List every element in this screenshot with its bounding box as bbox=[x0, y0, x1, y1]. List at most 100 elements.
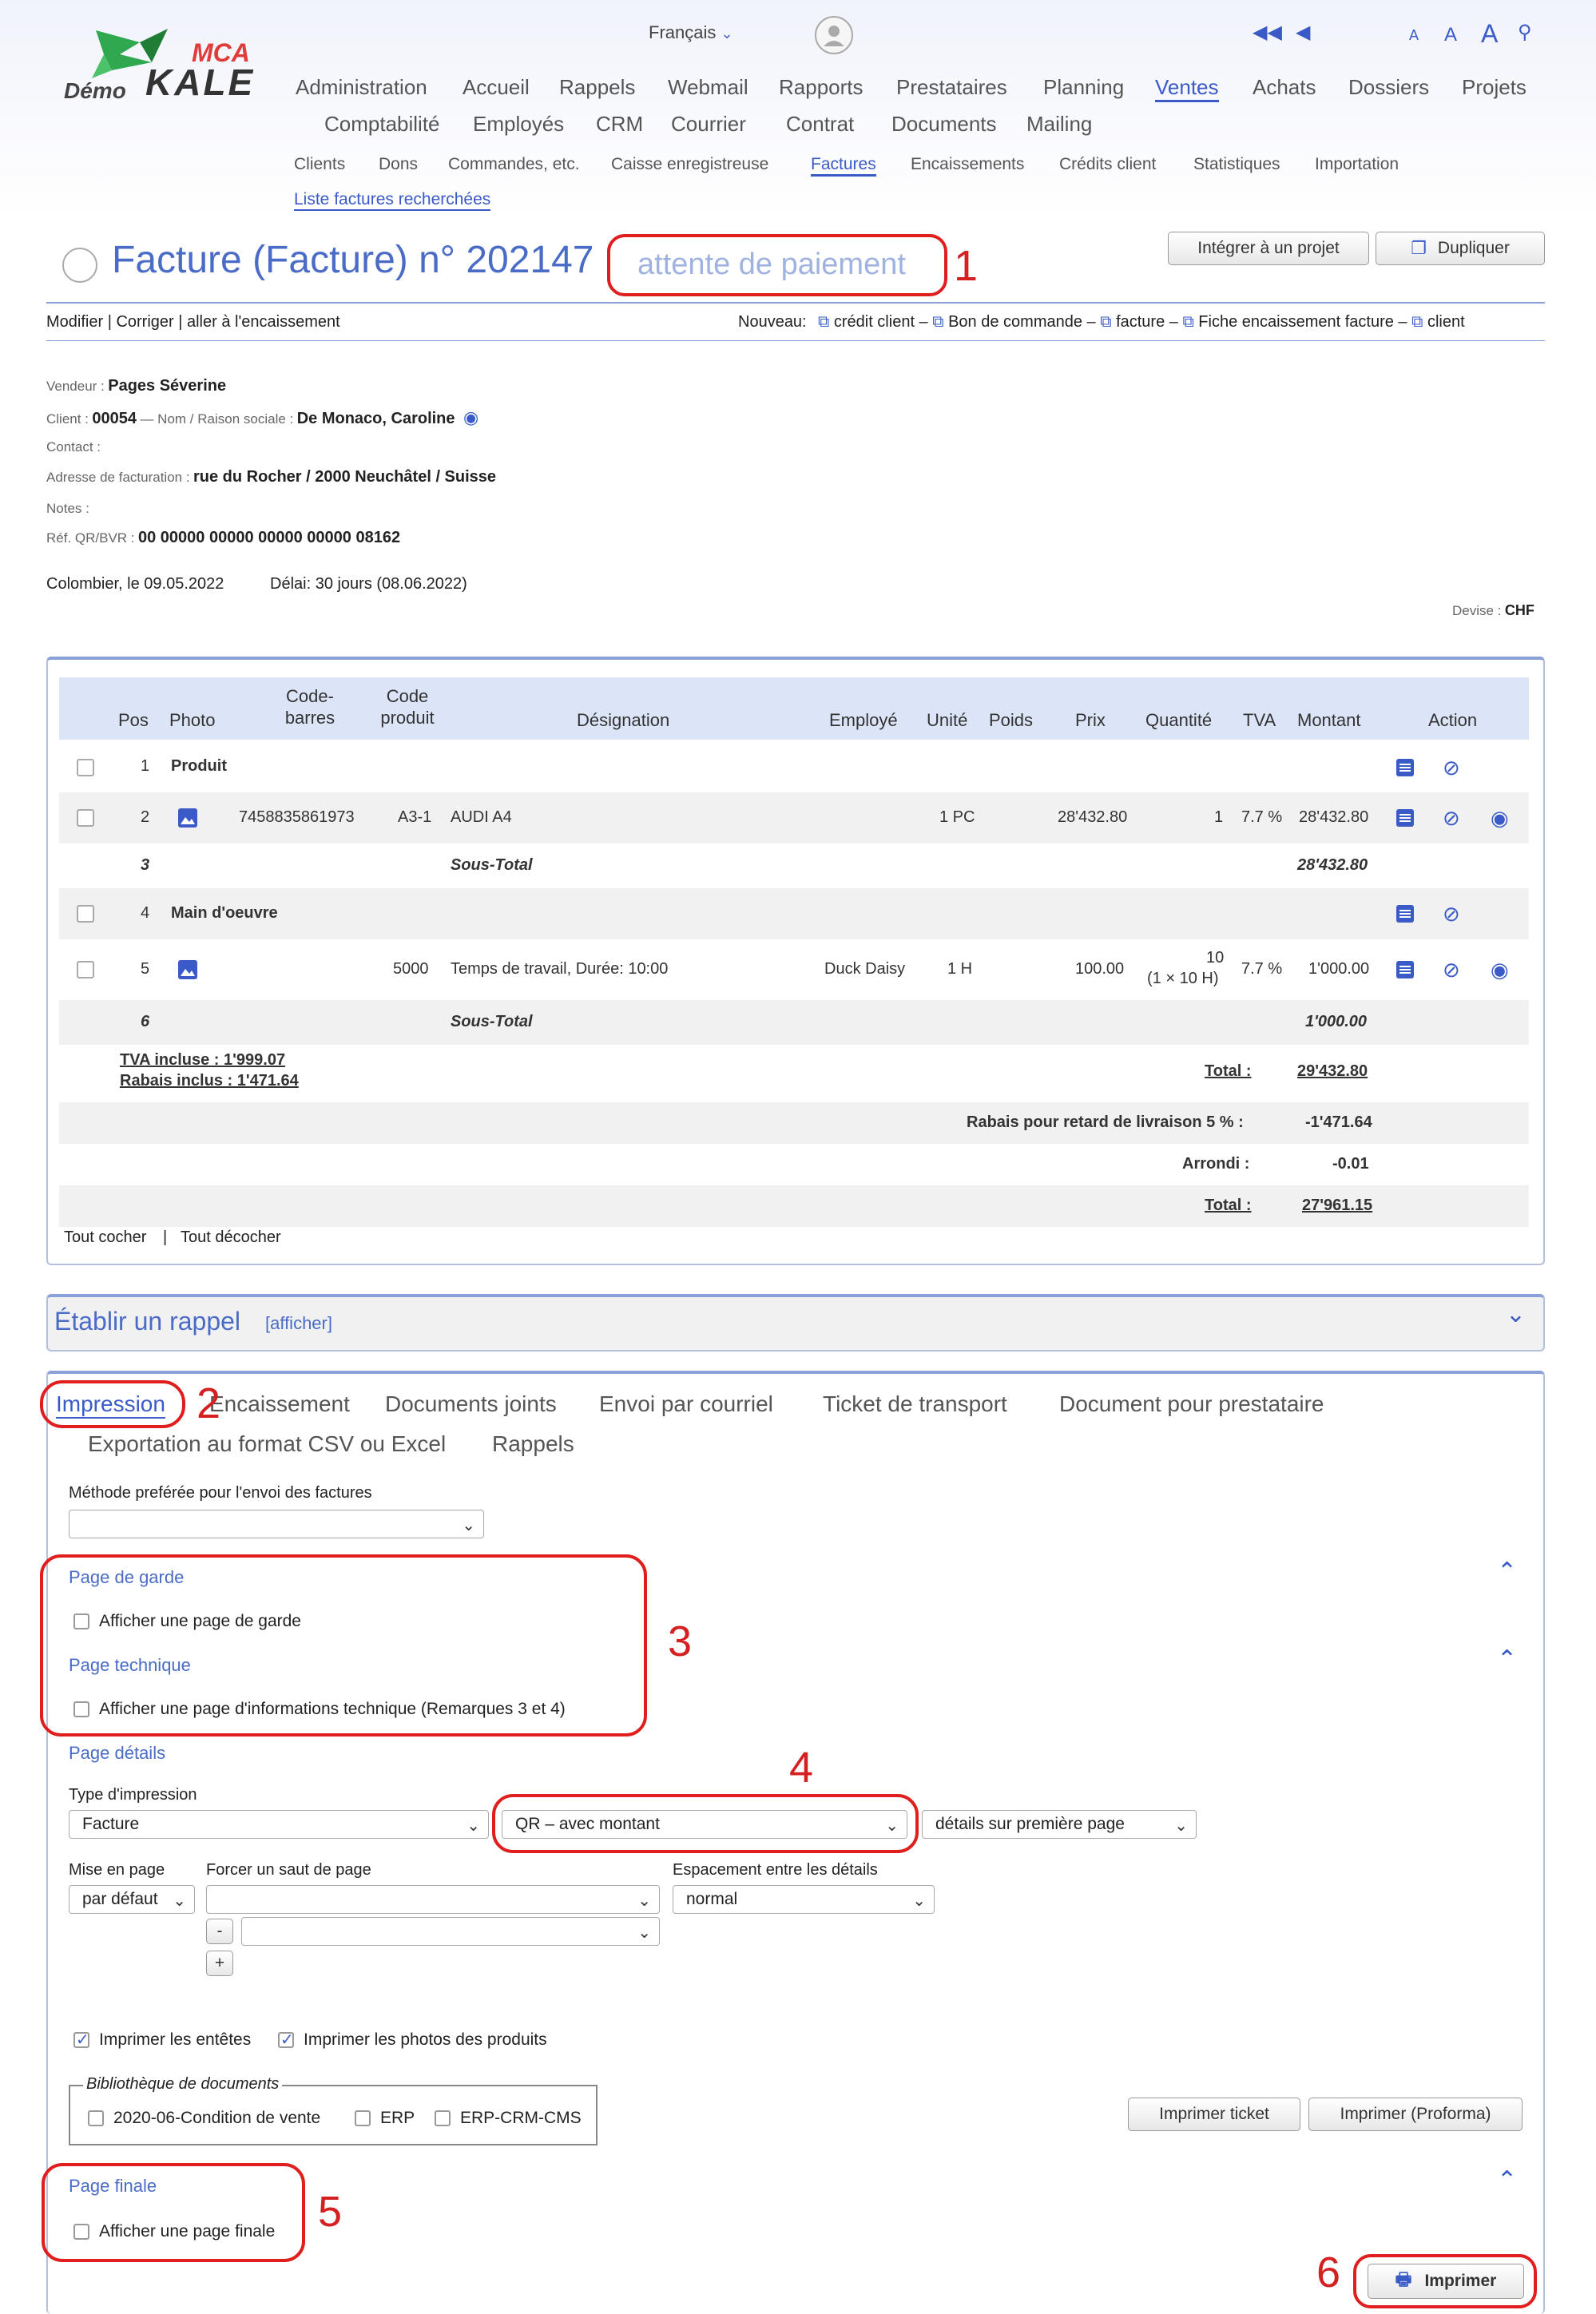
logo[interactable]: Démo MCA KALE bbox=[64, 22, 280, 110]
final-page-title[interactable]: Page finale bbox=[69, 2176, 157, 2197]
subnav-factures[interactable]: Factures bbox=[811, 155, 876, 177]
nav-rappels[interactable]: Rappels bbox=[559, 75, 635, 100]
search-icon[interactable]: ⚲ bbox=[1518, 21, 1532, 44]
cover-page-checkbox[interactable]: Afficher une page de garde bbox=[73, 1612, 301, 1631]
print-ticket-button[interactable]: Imprimer ticket bbox=[1128, 2098, 1300, 2131]
reminder-panel[interactable]: Établir un rappel [afficher] ⌄ bbox=[46, 1294, 1545, 1351]
attachment-icon[interactable]: ⊘ bbox=[1443, 806, 1463, 830]
text-size-large[interactable]: A bbox=[1481, 19, 1498, 49]
new-credit-link[interactable]: ⧉ crédit client – bbox=[818, 313, 928, 331]
new-client-link[interactable]: ⧉ client bbox=[1411, 313, 1465, 331]
new-payment-link[interactable]: ⧉ Fiche encaissement facture – bbox=[1182, 313, 1407, 331]
avatar[interactable] bbox=[815, 16, 853, 54]
nav-comptabilite[interactable]: Comptabilité bbox=[324, 112, 440, 137]
nav-employes[interactable]: Employés bbox=[473, 112, 564, 137]
page-break-select[interactable]: ⌄ bbox=[206, 1885, 660, 1914]
checkbox[interactable] bbox=[435, 2110, 451, 2127]
nav-documents[interactable]: Documents bbox=[891, 112, 997, 137]
language-select[interactable]: Français ⌄ bbox=[649, 22, 733, 43]
previous-icon[interactable]: ◀ bbox=[1296, 21, 1310, 44]
detail-select[interactable]: détails sur première page ⌄ bbox=[922, 1810, 1197, 1839]
eye-icon[interactable]: ◉ bbox=[1491, 806, 1511, 830]
reminder-show-link[interactable]: [afficher] bbox=[265, 1313, 332, 1334]
checkbox[interactable] bbox=[73, 1613, 89, 1630]
tab-export-csv[interactable]: Exportation au format CSV ou Excel bbox=[88, 1431, 446, 1457]
eye-icon[interactable]: ◉ bbox=[463, 407, 478, 427]
cover-page-title[interactable]: Page de garde bbox=[69, 1567, 184, 1588]
attachment-icon[interactable]: ⊘ bbox=[1443, 902, 1463, 926]
subnav-importation[interactable]: Importation bbox=[1315, 155, 1399, 174]
subnav-commandes[interactable]: Commandes, etc. bbox=[448, 155, 580, 174]
text-size-medium[interactable]: A bbox=[1444, 24, 1457, 46]
status-badge[interactable]: attente de paiement bbox=[637, 248, 906, 282]
check-all-link[interactable]: Tout cocher bbox=[64, 1228, 146, 1247]
print-type-select[interactable]: Facture ⌄ bbox=[69, 1810, 489, 1839]
integrate-project-button[interactable]: Intégrer à un projet bbox=[1168, 232, 1369, 265]
layout-select[interactable]: par défaut ⌄ bbox=[69, 1885, 195, 1914]
library-item-erp-crm-cms[interactable]: ERP-CRM-CMS bbox=[435, 2109, 582, 2128]
attachment-icon[interactable]: ⊘ bbox=[1443, 958, 1463, 982]
image-icon[interactable] bbox=[177, 959, 198, 980]
spacing-select[interactable]: normal ⌄ bbox=[673, 1885, 935, 1914]
details-icon[interactable] bbox=[1395, 757, 1415, 778]
print-proforma-button[interactable]: Imprimer (Proforma) bbox=[1308, 2098, 1523, 2131]
nav-administration[interactable]: Administration bbox=[296, 75, 427, 100]
remove-break-button[interactable]: - bbox=[206, 1919, 233, 1944]
checkbox[interactable] bbox=[88, 2110, 104, 2127]
print-button[interactable]: 🖶 Imprimer bbox=[1368, 2264, 1524, 2299]
checkbox[interactable] bbox=[73, 2224, 89, 2241]
tab-ticket-transport[interactable]: Ticket de transport bbox=[823, 1391, 1007, 1417]
subnav-caisse[interactable]: Caisse enregistreuse bbox=[611, 155, 768, 174]
add-break-button[interactable]: + bbox=[206, 1951, 233, 1976]
page-break-select-2[interactable]: ⌄ bbox=[241, 1917, 660, 1946]
nav-webmail[interactable]: Webmail bbox=[668, 75, 748, 100]
chevron-up-icon[interactable]: ⌃ bbox=[1497, 2166, 1517, 2194]
print-photos-checkbox[interactable]: Imprimer les photos des produits bbox=[278, 2030, 547, 2050]
nav-projets[interactable]: Projets bbox=[1462, 75, 1527, 100]
chevron-up-icon[interactable]: ⌃ bbox=[1497, 1558, 1517, 1586]
details-icon[interactable] bbox=[1395, 808, 1415, 828]
library-item-erp[interactable]: ERP bbox=[355, 2109, 415, 2128]
nav-ventes[interactable]: Ventes bbox=[1155, 75, 1219, 102]
details-icon[interactable] bbox=[1395, 903, 1415, 924]
actions-left[interactable]: Modifier | Corriger | aller à l'encaisse… bbox=[46, 313, 340, 331]
row-checkbox[interactable] bbox=[77, 809, 94, 827]
nav-contrat[interactable]: Contrat bbox=[786, 112, 854, 137]
library-item-condition[interactable]: 2020-06-Condition de vente bbox=[88, 2109, 320, 2128]
nav-courrier[interactable]: Courrier bbox=[671, 112, 746, 137]
subnav-statistiques[interactable]: Statistiques bbox=[1193, 155, 1280, 174]
checkbox[interactable] bbox=[278, 2030, 294, 2050]
status-circle-icon[interactable] bbox=[62, 248, 97, 283]
new-order-link[interactable]: ⧉ Bon de commande – bbox=[932, 313, 1095, 331]
checkbox[interactable] bbox=[355, 2110, 371, 2127]
subnav-dons[interactable]: Dons bbox=[379, 155, 418, 174]
new-invoice-link[interactable]: ⧉ facture – bbox=[1100, 313, 1178, 331]
tab-envoi-courriel[interactable]: Envoi par courriel bbox=[599, 1391, 773, 1417]
nav-prestataires[interactable]: Prestataires bbox=[896, 75, 1007, 100]
final-page-checkbox[interactable]: Afficher une page finale bbox=[73, 2222, 275, 2241]
tab-rappels[interactable]: Rappels bbox=[492, 1431, 574, 1457]
text-size-small[interactable]: A bbox=[1409, 27, 1419, 44]
nav-accueil[interactable]: Accueil bbox=[463, 75, 530, 100]
qr-select[interactable]: QR – avec montant ⌄ bbox=[502, 1810, 907, 1839]
details-icon[interactable] bbox=[1395, 959, 1415, 980]
subnav-encaissements[interactable]: Encaissements bbox=[911, 155, 1024, 174]
checkbox[interactable] bbox=[73, 1701, 89, 1718]
checkbox[interactable] bbox=[73, 2030, 89, 2050]
tab-documents-joints[interactable]: Documents joints bbox=[385, 1391, 557, 1417]
image-icon[interactable] bbox=[177, 808, 198, 828]
nav-achats[interactable]: Achats bbox=[1253, 75, 1316, 100]
print-headers-checkbox[interactable]: Imprimer les entêtes bbox=[73, 2030, 251, 2050]
nav-mailing[interactable]: Mailing bbox=[1026, 112, 1092, 137]
tech-page-title[interactable]: Page technique bbox=[69, 1655, 191, 1676]
row-checkbox[interactable] bbox=[77, 759, 94, 776]
details-page-title[interactable]: Page détails bbox=[69, 1743, 165, 1764]
tab-encaissement[interactable]: Encaissement bbox=[209, 1391, 350, 1417]
nav-dossiers[interactable]: Dossiers bbox=[1348, 75, 1429, 100]
nav-planning[interactable]: Planning bbox=[1043, 75, 1124, 100]
subnav-credits-client[interactable]: Crédits client bbox=[1059, 155, 1156, 174]
subnav-search-results[interactable]: Liste factures recherchées bbox=[294, 190, 491, 211]
eye-icon[interactable]: ◉ bbox=[1491, 958, 1511, 982]
method-select[interactable]: ⌄ bbox=[69, 1510, 484, 1538]
uncheck-all-link[interactable]: Tout décocher bbox=[181, 1228, 281, 1247]
